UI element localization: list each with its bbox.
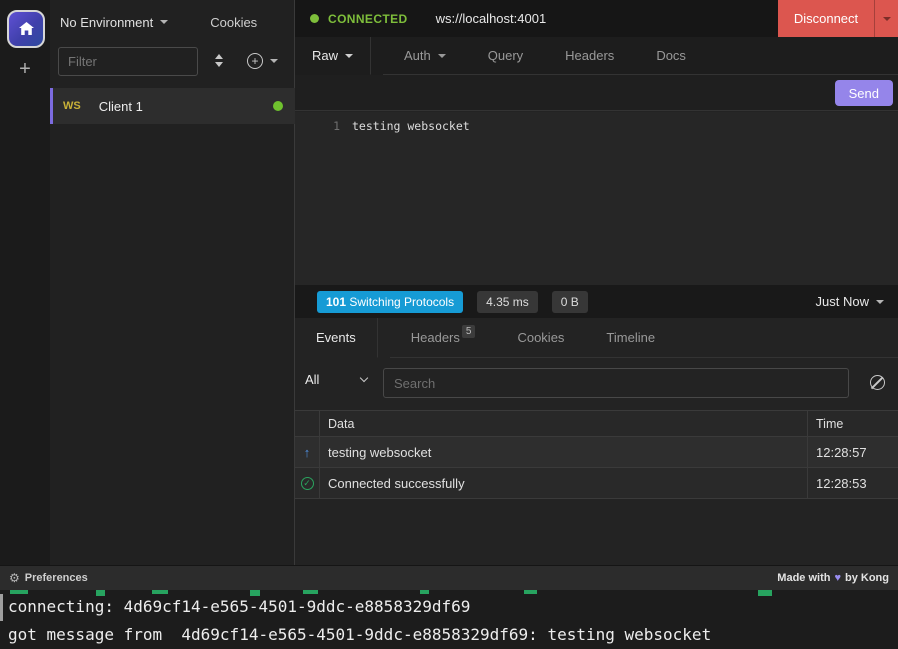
chevron-down-icon bbox=[883, 17, 891, 21]
environment-label: No Environment bbox=[60, 15, 153, 30]
chevron-down-icon bbox=[360, 374, 368, 382]
sidebar-item-client-1[interactable]: WS Client 1 bbox=[50, 88, 295, 124]
new-workspace-button[interactable]: + bbox=[0, 58, 50, 81]
tab-timeline[interactable]: Timeline bbox=[585, 318, 676, 358]
check-circle-icon: ✓ bbox=[301, 477, 314, 490]
connection-status-label: CONNECTED bbox=[328, 12, 408, 26]
tab-raw[interactable]: Raw bbox=[295, 37, 371, 75]
sort-down-icon bbox=[215, 62, 223, 67]
app-footer: ⚙ Preferences Made with ♥ by Kong bbox=[0, 565, 898, 590]
event-data: testing websocket bbox=[320, 437, 807, 467]
arrow-up-icon: ↑ bbox=[304, 445, 311, 460]
home-button[interactable] bbox=[7, 10, 45, 48]
disconnect-button[interactable]: Disconnect bbox=[778, 0, 874, 37]
workspace-rail: + bbox=[0, 0, 50, 565]
plus-circle-icon: + bbox=[247, 53, 263, 69]
chevron-down-icon bbox=[438, 54, 446, 58]
editor-content: testing websocket bbox=[352, 119, 470, 133]
chevron-down-icon bbox=[876, 300, 884, 304]
terminal-window: connecting: 4d69cf14-e565-4501-9ddc-e885… bbox=[0, 590, 898, 649]
cookies-button[interactable]: Cookies bbox=[210, 15, 257, 30]
tab-docs[interactable]: Docs bbox=[635, 37, 707, 75]
made-with-kong-credit: Made with ♥ by Kong bbox=[777, 572, 889, 584]
response-status-bar: 101 Switching Protocols 4.35 ms 0 B Just… bbox=[295, 285, 898, 318]
terminal-scrollbar[interactable] bbox=[0, 594, 3, 621]
chevron-down-icon bbox=[270, 59, 278, 63]
send-button[interactable]: Send bbox=[835, 80, 893, 106]
chevron-down-icon bbox=[345, 54, 353, 58]
table-row[interactable]: ↑ testing websocket 12:28:57 bbox=[295, 437, 898, 468]
tab-query[interactable]: Query bbox=[467, 37, 544, 75]
client-status-dot bbox=[273, 101, 283, 111]
app-window: + No Environment Cookies + WS Client 1 bbox=[0, 0, 898, 649]
response-tab-bar: Events Headers 5 Cookies Timeline bbox=[295, 318, 898, 358]
editor-line: 1 testing websocket bbox=[295, 112, 898, 133]
events-filter-row: All bbox=[295, 358, 898, 410]
main-panel: CONNECTED ws://localhost:4001 Disconnect… bbox=[295, 0, 898, 565]
sort-button[interactable] bbox=[215, 54, 223, 67]
message-editor[interactable]: 1 testing websocket bbox=[295, 112, 898, 285]
events-table: Data Time ↑ testing websocket 12:28:57 ✓… bbox=[295, 410, 898, 499]
add-request-menu[interactable]: + bbox=[247, 53, 278, 69]
headers-count-badge: 5 bbox=[462, 325, 476, 338]
response-history-dropdown[interactable]: Just Now bbox=[816, 294, 884, 309]
environment-dropdown[interactable]: No Environment bbox=[60, 15, 168, 30]
client-name: Client 1 bbox=[99, 99, 143, 114]
response-time-pill: 4.35 ms bbox=[477, 291, 538, 313]
table-row[interactable]: ✓ Connected successfully 12:28:53 bbox=[295, 468, 898, 499]
event-type-select[interactable]: All bbox=[305, 372, 367, 387]
event-data: Connected successfully bbox=[320, 468, 807, 498]
response-size-pill: 0 B bbox=[552, 291, 588, 313]
tab-auth[interactable]: Auth bbox=[383, 37, 467, 75]
sidebar: No Environment Cookies + WS Client 1 bbox=[50, 0, 295, 565]
sidebar-header: No Environment Cookies bbox=[50, 0, 295, 44]
send-row: Send bbox=[295, 75, 898, 111]
terminal-line: connecting: 4d69cf14-e565-4501-9ddc-e885… bbox=[8, 597, 470, 616]
connection-bar: CONNECTED ws://localhost:4001 Disconnect bbox=[295, 0, 898, 37]
heart-icon: ♥ bbox=[834, 572, 841, 584]
tab-events[interactable]: Events bbox=[295, 318, 378, 358]
tab-response-cookies[interactable]: Cookies bbox=[496, 318, 585, 358]
ws-protocol-badge: WS bbox=[63, 100, 81, 112]
table-header-row: Data Time bbox=[295, 410, 898, 437]
request-tab-bar: Raw Auth Query Headers Docs bbox=[295, 37, 898, 75]
event-time: 12:28:57 bbox=[807, 437, 898, 467]
terminal-line: got message from 4d69cf14-e565-4501-9ddc… bbox=[8, 625, 711, 644]
status-code-badge: 101 Switching Protocols bbox=[317, 291, 463, 313]
events-search-input[interactable] bbox=[383, 368, 849, 398]
column-header-time: Time bbox=[807, 411, 898, 436]
disconnect-button-group: Disconnect bbox=[778, 0, 898, 37]
gear-icon[interactable]: ⚙ bbox=[9, 571, 20, 585]
sidebar-filter-input[interactable] bbox=[58, 47, 198, 76]
home-icon bbox=[18, 21, 35, 37]
chevron-down-icon bbox=[160, 20, 168, 24]
column-header-data: Data bbox=[320, 411, 807, 436]
preferences-button[interactable]: Preferences bbox=[25, 572, 88, 584]
event-time: 12:28:53 bbox=[807, 468, 898, 498]
disconnect-menu-button[interactable] bbox=[874, 0, 898, 37]
tab-headers[interactable]: Headers bbox=[544, 37, 635, 75]
websocket-url: ws://localhost:4001 bbox=[436, 11, 547, 26]
tab-response-headers[interactable]: Headers 5 bbox=[390, 318, 497, 358]
connection-status-dot bbox=[310, 14, 319, 23]
line-number: 1 bbox=[295, 119, 340, 133]
clear-events-icon[interactable] bbox=[870, 375, 885, 390]
sort-up-icon bbox=[215, 54, 223, 59]
